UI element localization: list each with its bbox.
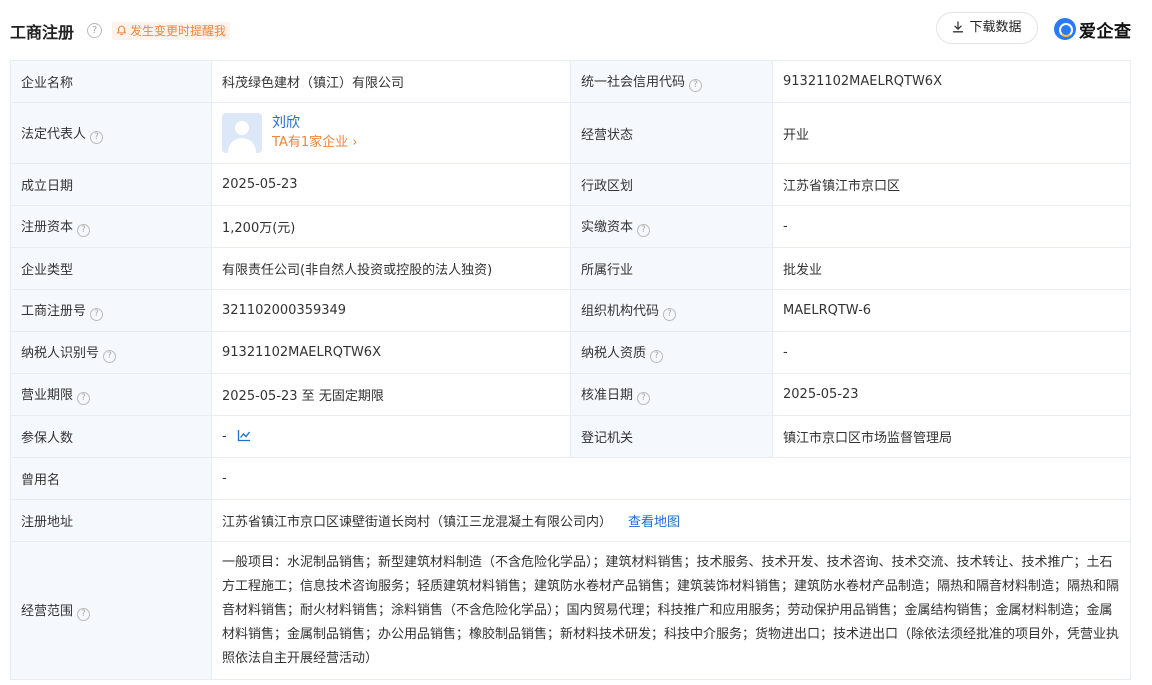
value-former-name: - bbox=[211, 457, 1131, 500]
table-row: 曾用名 - bbox=[10, 457, 1131, 500]
help-icon[interactable]: ? bbox=[87, 23, 102, 38]
value-approval-date: 2025-05-23 bbox=[772, 373, 1131, 416]
table-row: 注册资本? 1,200万(元) 实缴资本? - bbox=[10, 205, 1131, 248]
label-taxpayer-id: 纳税人识别号? bbox=[10, 331, 212, 374]
download-label: 下载数据 bbox=[969, 20, 1022, 35]
change-alert-button[interactable]: 发生变更时提醒我 bbox=[112, 22, 231, 40]
table-row: 纳税人识别号? 91321102MAELRQTW6X 纳税人资质? - bbox=[10, 331, 1131, 374]
label-taxpayer-qual: 纳税人资质? bbox=[570, 331, 773, 374]
legal-rep-companies-link[interactable]: TA有1家企业 › bbox=[272, 133, 357, 153]
value-business-scope: 一般项目：水泥制品销售；新型建筑材料制造（不含危险化学品）；建筑材料销售；技术服… bbox=[211, 541, 1131, 680]
label-founded: 成立日期 bbox=[10, 163, 212, 206]
label-reg-capital: 注册资本? bbox=[10, 205, 212, 248]
help-icon[interactable]: ? bbox=[689, 79, 703, 92]
label-district: 行政区划 bbox=[570, 163, 773, 206]
help-icon[interactable]: ? bbox=[90, 130, 104, 144]
value-reg-number: 321102000359349 bbox=[211, 289, 571, 332]
table-row: 营业期限? 2025-05-23 至 无固定期限 核准日期? 2025-05-2… bbox=[10, 373, 1131, 416]
value-business-term: 2025-05-23 至 无固定期限 bbox=[211, 373, 571, 416]
download-icon bbox=[953, 21, 964, 33]
table-row: 注册地址 江苏省镇江市京口区谏壁街道长岗村（镇江三龙混凝土有限公司内） 查看地图 bbox=[10, 499, 1131, 542]
help-icon[interactable]: ? bbox=[77, 608, 91, 621]
download-data-button[interactable]: 下载数据 bbox=[936, 12, 1038, 44]
label-legal-rep: 法定代表人? bbox=[10, 102, 212, 164]
value-industry: 批发业 bbox=[772, 247, 1131, 290]
table-row: 经营范围? 一般项目：水泥制品销售；新型建筑材料制造（不含危险化学品）；建筑材料… bbox=[10, 541, 1131, 680]
trend-chart-icon[interactable] bbox=[237, 429, 251, 442]
label-paid-capital: 实缴资本? bbox=[570, 205, 773, 248]
value-company-name: 科茂绿色建材（镇江）有限公司 bbox=[211, 60, 571, 103]
help-icon[interactable]: ? bbox=[90, 308, 104, 321]
value-district: 江苏省镇江市京口区 bbox=[772, 163, 1131, 206]
value-reg-capital: 1,200万(元) bbox=[211, 205, 571, 248]
help-icon[interactable]: ? bbox=[103, 350, 117, 363]
page-title: 工商注册 bbox=[10, 23, 75, 42]
table-row: 企业类型 有限责任公司(非自然人投资或控股的法人独资) 所属行业 批发业 bbox=[10, 247, 1131, 290]
label-industry: 所属行业 bbox=[570, 247, 773, 290]
label-company-type: 企业类型 bbox=[10, 247, 212, 290]
help-icon[interactable]: ? bbox=[663, 308, 677, 321]
label-status: 经营状态 bbox=[570, 102, 773, 164]
table-row: 参保人数 - 登记机关 镇江市京口区市场监督管理局 bbox=[10, 415, 1131, 458]
help-icon[interactable]: ? bbox=[637, 392, 651, 405]
value-status: 开业 bbox=[772, 102, 1131, 164]
table-row: 企业名称 科茂绿色建材（镇江）有限公司 统一社会信用代码? 91321102MA… bbox=[10, 60, 1131, 103]
help-icon[interactable]: ? bbox=[650, 350, 664, 363]
label-credit-code: 统一社会信用代码? bbox=[570, 60, 773, 103]
value-org-code: MAELRQTW-6 bbox=[772, 289, 1131, 332]
label-org-code: 组织机构代码? bbox=[570, 289, 773, 332]
label-address: 注册地址 bbox=[10, 499, 212, 542]
table-row: 法定代表人? 刘欣 TA有1家企业 › 经营状态 开业 bbox=[10, 102, 1131, 164]
brand-name: 爱企查 bbox=[1079, 21, 1132, 42]
brand-logo[interactable]: 爱企查 bbox=[1054, 16, 1132, 42]
alert-label: 发生变更时提醒我 bbox=[130, 24, 227, 38]
registration-table: 企业名称 科茂绿色建材（镇江）有限公司 统一社会信用代码? 91321102MA… bbox=[10, 60, 1131, 680]
label-reg-number: 工商注册号? bbox=[10, 289, 212, 332]
label-business-scope: 经营范围? bbox=[10, 541, 212, 680]
value-reg-authority: 镇江市京口区市场监督管理局 bbox=[772, 415, 1131, 458]
label-insured: 参保人数 bbox=[10, 415, 212, 458]
avatar[interactable] bbox=[222, 113, 262, 153]
value-legal-rep: 刘欣 TA有1家企业 › bbox=[211, 102, 571, 164]
chevron-right-icon: › bbox=[352, 135, 358, 150]
value-taxpayer-qual: - bbox=[772, 331, 1131, 374]
help-icon[interactable]: ? bbox=[637, 224, 651, 237]
value-founded: 2025-05-23 bbox=[211, 163, 571, 206]
legal-rep-name-link[interactable]: 刘欣 bbox=[272, 113, 357, 133]
help-icon[interactable]: ? bbox=[77, 392, 91, 405]
header: 工商注册 ? 发生变更时提醒我 下载数据 爱企查 bbox=[0, 0, 1152, 60]
value-credit-code: 91321102MAELRQTW6X bbox=[772, 60, 1131, 103]
value-address: 江苏省镇江市京口区谏壁街道长岗村（镇江三龙混凝土有限公司内） 查看地图 bbox=[211, 499, 1131, 542]
value-paid-capital: - bbox=[772, 205, 1131, 248]
label-company-name: 企业名称 bbox=[10, 60, 212, 103]
label-approval-date: 核准日期? bbox=[570, 373, 773, 416]
value-insured: - bbox=[211, 415, 571, 458]
bell-icon bbox=[116, 25, 127, 36]
value-taxpayer-id: 91321102MAELRQTW6X bbox=[211, 331, 571, 374]
help-icon[interactable]: ? bbox=[77, 224, 91, 237]
table-row: 成立日期 2025-05-23 行政区划 江苏省镇江市京口区 bbox=[10, 163, 1131, 206]
value-company-type: 有限责任公司(非自然人投资或控股的法人独资) bbox=[211, 247, 571, 290]
label-reg-authority: 登记机关 bbox=[570, 415, 773, 458]
label-former-name: 曾用名 bbox=[10, 457, 212, 500]
label-business-term: 营业期限? bbox=[10, 373, 212, 416]
table-row: 工商注册号? 321102000359349 组织机构代码? MAELRQTW-… bbox=[10, 289, 1131, 332]
logo-icon bbox=[1054, 18, 1076, 40]
view-map-link[interactable]: 查看地图 bbox=[628, 515, 680, 530]
